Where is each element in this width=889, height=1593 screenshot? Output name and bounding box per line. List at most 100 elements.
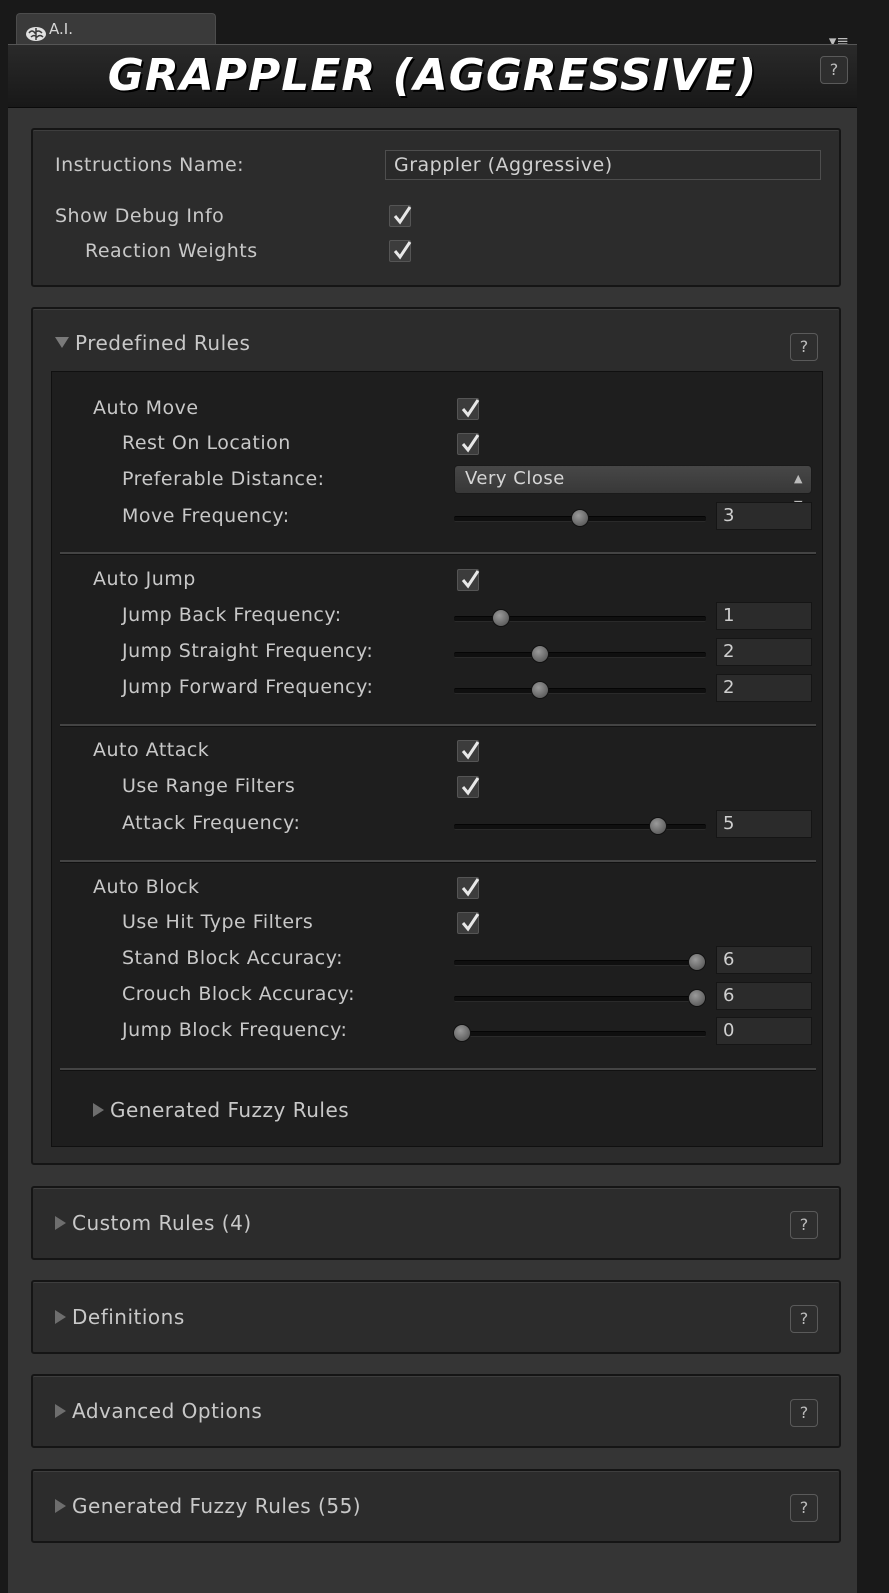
tab-strip: A.I. ▾≡ (8, 8, 881, 49)
instructions-name-label: Instructions Name: (55, 154, 245, 176)
predefined-rules-box: Predefined Rules ? Auto Move Rest On Loc… (31, 307, 841, 1165)
definitions-label: Definitions (72, 1305, 185, 1329)
attack-frequency-slider-track[interactable] (454, 824, 706, 830)
divider (60, 552, 816, 555)
divider (60, 860, 816, 863)
checkmark-icon (393, 241, 412, 260)
stand-block-accuracy-label: Stand Block Accuracy: (122, 947, 343, 969)
generated-fuzzy-rules-label: Generated Fuzzy Rules (110, 1098, 350, 1122)
show-debug-label: Show Debug Info (55, 205, 225, 227)
preferable-distance-dropdown[interactable]: Very Close ▲▼ (454, 465, 812, 511)
custom-rules-foldout[interactable]: Custom Rules (4) (55, 1211, 252, 1235)
use-hit-type-filters-label: Use Hit Type Filters (122, 911, 314, 933)
predefined-rules-content: Auto Move Rest On Location Preferable Di… (51, 371, 823, 1147)
auto-jump-checkbox[interactable] (457, 569, 480, 591)
auto-move-checkbox[interactable] (457, 398, 480, 420)
custom-rules-section: Custom Rules (4) ? (31, 1186, 841, 1260)
jump-block-frequency-label: Jump Block Frequency: (122, 1019, 348, 1041)
crouch-block-slider-thumb[interactable] (688, 989, 706, 1007)
advanced-options-foldout[interactable]: Advanced Options (55, 1399, 262, 1423)
jump-back-label: Jump Back Frequency: (122, 604, 342, 626)
definitions-foldout[interactable]: Definitions (55, 1305, 185, 1329)
general-settings-box: Instructions Name: Grappler (Aggressive)… (31, 128, 841, 287)
instructions-name-field[interactable]: Grappler (Aggressive) (385, 150, 821, 180)
use-hit-type-filters-checkbox[interactable] (457, 912, 480, 934)
brain-icon (25, 22, 47, 41)
jump-forward-label: Jump Forward Frequency: (122, 676, 374, 698)
expand-arrow-icon (55, 337, 69, 348)
show-debug-checkbox[interactable] (389, 205, 412, 227)
generated-fuzzy-rules-section: Generated Fuzzy Rules (55) ? (31, 1469, 841, 1543)
auto-jump-label: Auto Jump (93, 568, 196, 590)
tab-label: A.I. (49, 20, 73, 38)
generated-fuzzy-rules-section-foldout[interactable]: Generated Fuzzy Rules (55) (55, 1494, 361, 1518)
checkmark-icon (461, 741, 480, 760)
stand-block-slider-track[interactable] (454, 960, 706, 966)
jump-block-slider-thumb[interactable] (453, 1024, 471, 1042)
move-frequency-value[interactable]: 3 (716, 502, 812, 530)
checkmark-icon (393, 206, 412, 225)
custom-rules-label: Custom Rules (4) (72, 1211, 252, 1235)
generated-fuzzy-rules-section-label: Generated Fuzzy Rules (55) (72, 1494, 362, 1518)
auto-move-label: Auto Move (93, 397, 199, 419)
move-frequency-slider-thumb[interactable] (571, 509, 589, 527)
reaction-weights-checkbox[interactable] (389, 240, 412, 262)
jump-forward-slider-track[interactable] (454, 688, 706, 694)
generated-fuzzy-rules-foldout[interactable]: Generated Fuzzy Rules (93, 1098, 349, 1122)
rest-on-location-label: Rest On Location (122, 432, 291, 454)
checkmark-icon (461, 878, 480, 897)
jump-back-slider-thumb[interactable] (492, 609, 510, 627)
jump-straight-value[interactable]: 2 (716, 638, 812, 666)
advanced-options-section: Advanced Options ? (31, 1374, 841, 1448)
checkmark-icon (461, 777, 480, 796)
stand-block-slider-thumb[interactable] (688, 953, 706, 971)
custom-rules-help-icon[interactable]: ? (790, 1211, 818, 1239)
collapsed-arrow-icon (55, 1309, 66, 1324)
page-title: GRAPPLER (AGGRESSIVE) (107, 50, 758, 101)
auto-block-label: Auto Block (93, 876, 200, 898)
crouch-block-accuracy-value[interactable]: 6 (716, 982, 812, 1010)
jump-straight-label: Jump Straight Frequency: (122, 640, 374, 662)
definitions-help-icon[interactable]: ? (790, 1305, 818, 1333)
attack-frequency-label: Attack Frequency: (122, 812, 301, 834)
jump-back-value[interactable]: 1 (716, 602, 812, 630)
collapsed-arrow-icon (55, 1403, 66, 1418)
advanced-options-label: Advanced Options (72, 1399, 263, 1423)
use-range-filters-checkbox[interactable] (457, 776, 480, 798)
move-frequency-label: Move Frequency: (122, 505, 290, 527)
preferable-distance-label: Preferable Distance: (122, 468, 325, 490)
checkmark-icon (461, 913, 480, 932)
auto-attack-checkbox[interactable] (457, 740, 480, 762)
auto-attack-label: Auto Attack (93, 739, 210, 761)
jump-block-frequency-value[interactable]: 0 (716, 1017, 812, 1045)
crouch-block-accuracy-label: Crouch Block Accuracy: (122, 983, 356, 1005)
jump-straight-slider-thumb[interactable] (531, 645, 549, 663)
advanced-options-help-icon[interactable]: ? (790, 1399, 818, 1427)
predefined-rules-foldout[interactable]: Predefined Rules (55, 331, 250, 355)
jump-forward-slider-thumb[interactable] (531, 681, 549, 699)
attack-frequency-slider-thumb[interactable] (649, 817, 667, 835)
reaction-weights-label: Reaction Weights (85, 240, 258, 262)
divider (60, 1068, 816, 1071)
help-icon[interactable]: ? (820, 56, 848, 84)
preferable-distance-value: Very Close (465, 468, 565, 489)
title-bar: GRAPPLER (AGGRESSIVE) (8, 44, 857, 108)
crouch-block-slider-track[interactable] (454, 996, 706, 1002)
use-range-filters-label: Use Range Filters (122, 775, 296, 797)
generated-fuzzy-rules-help-icon[interactable]: ? (790, 1494, 818, 1522)
predefined-rules-label: Predefined Rules (75, 331, 251, 355)
tab-ai[interactable]: A.I. (16, 13, 216, 47)
divider (60, 724, 816, 727)
definitions-section: Definitions ? (31, 1280, 841, 1354)
checkmark-icon (461, 399, 480, 418)
rest-on-location-checkbox[interactable] (457, 433, 480, 455)
jump-straight-slider-track[interactable] (454, 652, 706, 658)
attack-frequency-value[interactable]: 5 (716, 810, 812, 838)
predefined-help-icon[interactable]: ? (790, 333, 818, 361)
jump-block-slider-track[interactable] (454, 1031, 706, 1037)
checkmark-icon (461, 570, 480, 589)
stand-block-accuracy-value[interactable]: 6 (716, 946, 812, 974)
collapsed-arrow-icon (55, 1215, 66, 1230)
jump-forward-value[interactable]: 2 (716, 674, 812, 702)
auto-block-checkbox[interactable] (457, 877, 480, 899)
